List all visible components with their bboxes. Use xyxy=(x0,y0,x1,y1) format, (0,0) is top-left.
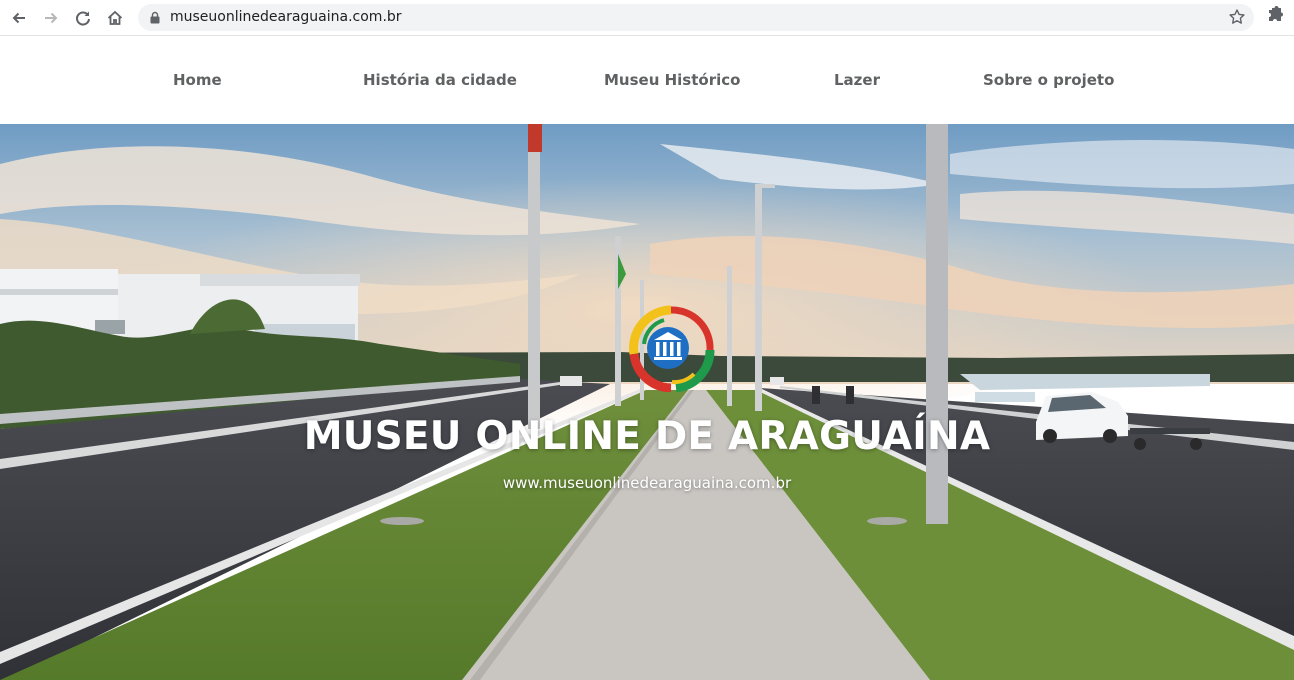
hero-website-url: www.museuonlinedearaguaina.com.br xyxy=(502,474,792,492)
hero-title: MUSEU ONLINE DE ARAGUAÍNA xyxy=(303,414,991,459)
museum-logo xyxy=(629,305,715,392)
hero-background-image xyxy=(0,124,1294,680)
nav-lazer[interactable]: Lazer xyxy=(834,36,880,124)
reload-icon[interactable] xyxy=(68,3,98,33)
nav-sobre-o-projeto[interactable]: Sobre o projeto xyxy=(983,36,1114,124)
nav-museu-historico[interactable]: Museu Histórico xyxy=(604,36,740,124)
bookmark-star-icon[interactable] xyxy=(1228,8,1246,26)
address-bar[interactable]: museuonlinedearaguaina.com.br xyxy=(138,4,1254,31)
nav-historia-da-cidade[interactable]: História da cidade xyxy=(363,36,517,124)
browser-toolbar: museuonlinedearaguaina.com.br xyxy=(0,0,1294,36)
back-arrow-icon[interactable] xyxy=(4,3,34,33)
extensions-puzzle-icon[interactable] xyxy=(1264,4,1286,26)
forward-arrow-icon[interactable] xyxy=(36,3,66,33)
home-icon[interactable] xyxy=(100,3,130,33)
lock-icon xyxy=(150,11,160,24)
site-nav: Home História da cidade Museu Histórico … xyxy=(0,36,1294,124)
nav-home[interactable]: Home xyxy=(173,36,222,124)
hero-banner: MUSEU ONLINE DE ARAGUAÍNA www.museuonlin… xyxy=(0,124,1294,680)
address-url[interactable]: museuonlinedearaguaina.com.br xyxy=(170,4,402,31)
